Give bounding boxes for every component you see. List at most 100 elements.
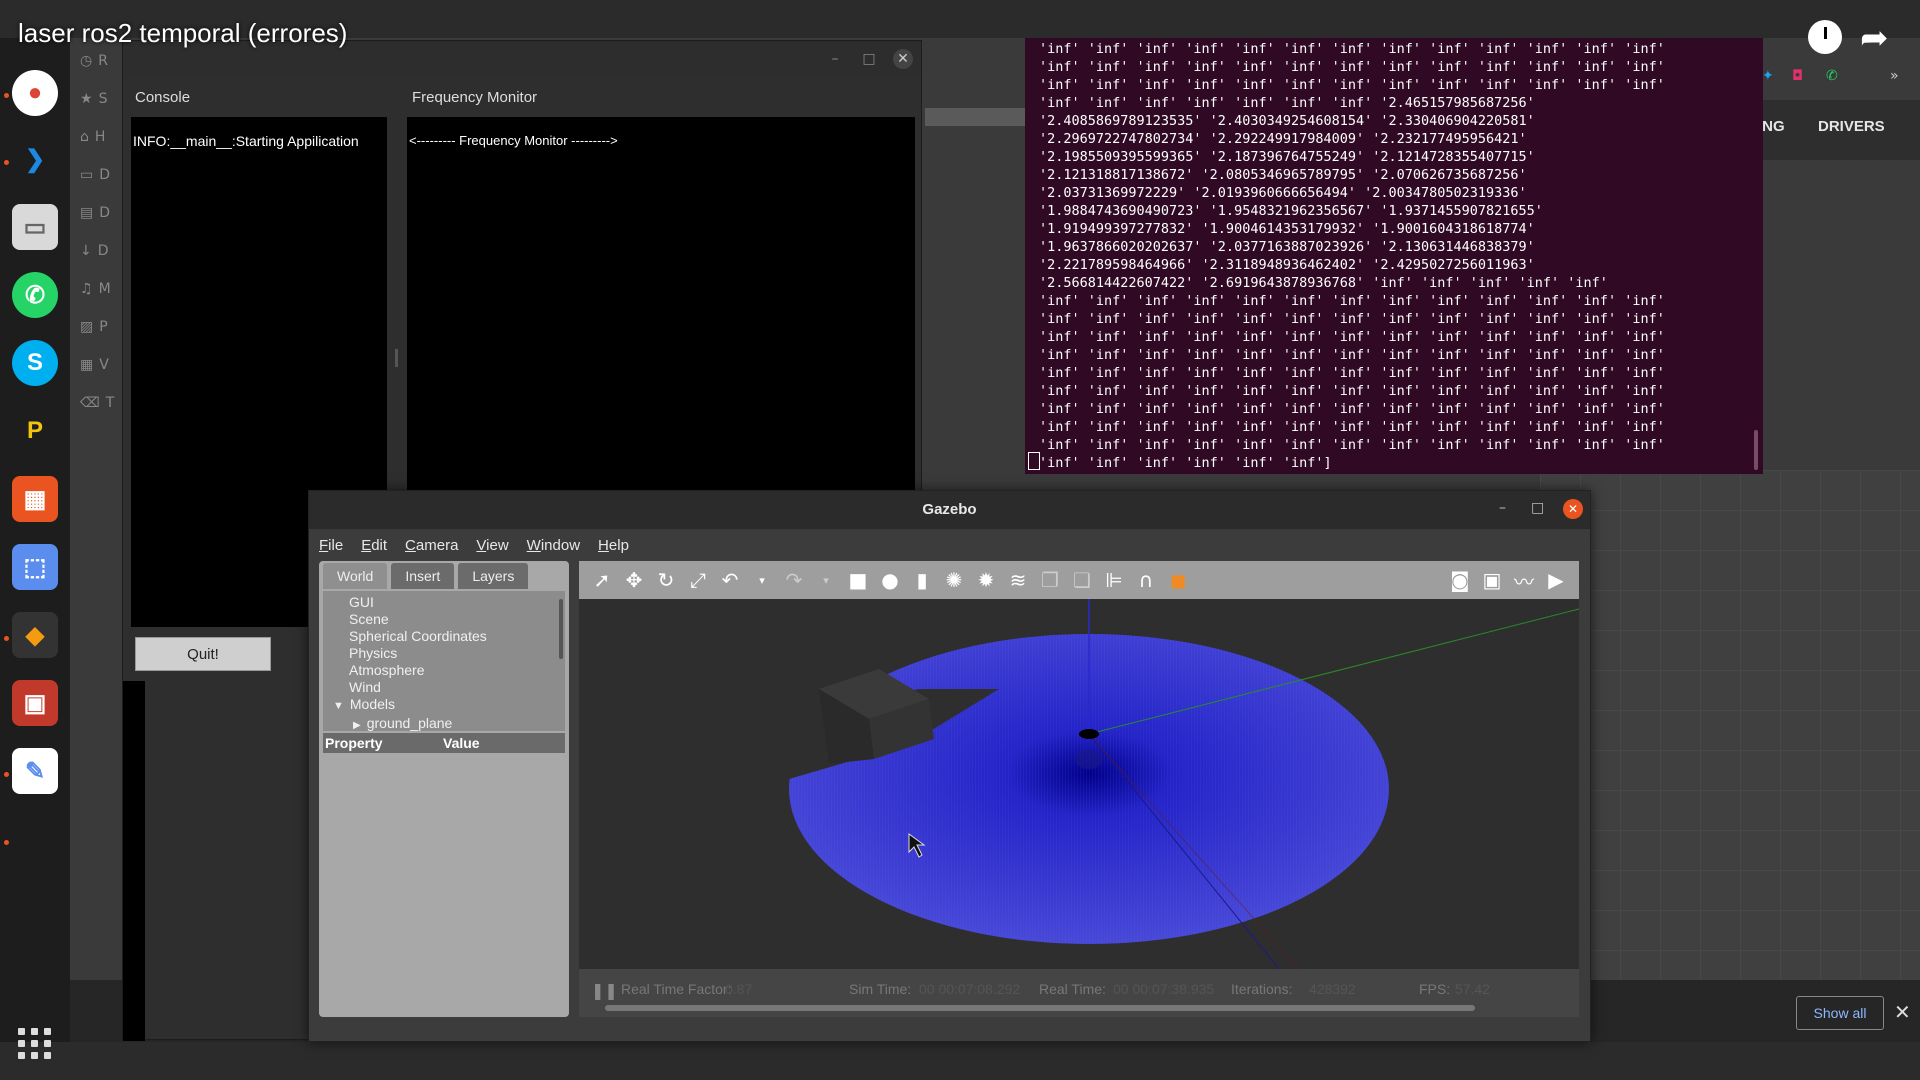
instagram-icon[interactable]: ◘ [1792,68,1803,84]
bg-menu-row[interactable]: ▦ V [80,346,122,384]
gazebo-left-panel: World Insert Layers GUI Scene Spherical … [319,561,569,1017]
tree-scrollbar[interactable] [559,599,563,659]
bg-menu-row[interactable]: ▤ D [80,194,122,232]
whatsapp-share-icon[interactable]: ✆ [1826,68,1838,84]
terminal-line: '2.4085869789123535' '2.4030349254608154… [1039,113,1535,129]
quit-button[interactable]: Quit! [135,637,271,671]
gazebo-scene[interactable] [579,599,1579,969]
cylinder-shape-icon[interactable]: ▮ [911,568,933,592]
menu-view[interactable]: View [476,537,508,554]
real-time-value: 00 00:07:38.935 [1113,981,1215,997]
twitter-icon[interactable]: ✦ [1762,68,1774,84]
pause-icon[interactable]: ❚❚ [591,981,618,1000]
box-shape-icon[interactable]: ■ [847,568,869,592]
directional-light-icon[interactable]: ≋ [1007,568,1029,592]
tab-insert[interactable]: Insert [391,563,455,589]
video-icon: ▦ [80,357,94,373]
tab-layers[interactable]: Layers [458,563,529,589]
gazebo-window: Gazebo – □ ✕ File Edit Camera View Windo… [308,490,1591,1042]
select-arrow-icon[interactable]: ➚ [591,568,613,592]
files-icon[interactable]: ▭ [12,204,58,250]
menu-edit[interactable]: Edit [361,537,387,554]
close-icon[interactable]: ✕ [1894,1000,1911,1024]
dock-active-indicator [4,772,9,777]
spot-light-icon[interactable]: ✹ [975,568,997,592]
bg-menu-row[interactable]: ⌂ H [80,118,122,156]
tree-item-ground-plane[interactable]: ▶ ground_plane [323,715,565,734]
translate-icon[interactable]: ✥ [623,568,645,592]
minimize-icon[interactable]: – [1499,500,1506,516]
redo-icon[interactable]: ↷ [783,568,805,592]
frequency-monitor-output[interactable]: <--------- Frequency Monitor ---------> [407,117,915,527]
tree-item-models[interactable]: ▼ Models [323,696,565,715]
tab-world[interactable]: World [323,563,388,589]
chevron-down-icon[interactable]: ▼ [333,700,344,712]
chrome-icon[interactable]: ● [12,70,58,116]
menu-camera[interactable]: Camera [405,537,458,554]
menu-file[interactable]: File [319,537,343,554]
skype-icon[interactable]: S [12,340,58,386]
gazebo-titlebar[interactable]: Gazebo – □ ✕ [309,491,1590,529]
sphere-shape-icon[interactable]: ● [879,568,901,592]
chevron-right-icon[interactable]: ▶ [353,720,361,731]
tree-item-atmosphere[interactable]: Atmosphere [323,662,565,679]
terminal-scrollbar[interactable] [1754,430,1758,470]
tree-item-wind[interactable]: Wind [323,679,565,696]
tree-item-physics[interactable]: Physics [323,645,565,662]
point-light-icon[interactable]: ✺ [943,568,965,592]
calendar-icon[interactable]: ▦ [12,476,58,522]
record-video-icon[interactable]: ▶ [1545,568,1567,592]
iterations-value: 428392 [1309,981,1356,997]
change-view-icon[interactable]: ◼ [1167,568,1189,592]
screenshot-icon[interactable]: ⬚ [12,544,58,590]
redo-dropdown-icon[interactable]: ▾ [815,574,837,587]
copy-icon[interactable]: ❐ [1039,568,1061,592]
share-icon[interactable]: ➦ [1860,18,1889,58]
maximize-icon[interactable]: □ [859,49,879,69]
viewport-scrollbar[interactable] [605,1005,1475,1011]
bg-menu-row[interactable]: ▨ P [80,308,122,346]
terminal-window[interactable]: 'inf' 'inf' 'inf' 'inf' 'inf' 'inf' 'inf… [1025,38,1763,474]
align-icon[interactable]: ⊫ [1103,568,1125,592]
close-icon[interactable]: ✕ [1563,499,1583,519]
undo-dropdown-icon[interactable]: ▾ [751,574,773,587]
watch-later-icon[interactable] [1808,20,1842,54]
nav-item-drivers[interactable]: DRIVERS [1818,118,1885,135]
tree-item-spherical-coordinates[interactable]: Spherical Coordinates [323,628,565,645]
pycharm-icon[interactable]: P [12,408,58,454]
plot-icon[interactable]: 〰 [1513,566,1535,595]
close-icon[interactable]: ✕ [893,49,913,69]
snap-icon[interactable]: ∩ [1135,568,1157,592]
more-chevron-icon[interactable]: » [1890,68,1899,84]
undo-icon[interactable]: ↶ [719,568,741,592]
terminal-line: '1.9884743690490723' '1.9548321962356567… [1039,203,1543,219]
rotate-icon[interactable]: ↻ [655,568,677,592]
show-apps-icon[interactable] [18,1028,52,1059]
bg-menu-row[interactable]: ↓ D [80,232,122,270]
maximize-icon[interactable]: □ [1531,500,1544,516]
menu-help[interactable]: Help [598,537,629,554]
tree-item-scene[interactable]: Scene [323,611,565,628]
splitter-handle[interactable] [395,349,398,367]
gazebo-icon[interactable]: ◆ [12,612,58,658]
whatsapp-icon[interactable]: ✆ [12,272,58,318]
frequency-monitor-label: Frequency Monitor [412,89,538,106]
bg-menu-row[interactable]: ★ S [80,80,122,118]
scale-icon[interactable]: ⤢ [687,568,709,592]
show-all-button[interactable]: Show all [1796,996,1884,1030]
terminal-line: '2.566814422607422' '2.6919643878936768'… [1039,275,1608,291]
minimize-icon[interactable]: – [825,49,845,69]
menu-window[interactable]: Window [527,537,580,554]
bg-menu-row[interactable]: ▭ D [80,156,122,194]
paste-icon[interactable]: ❏ [1071,568,1093,592]
screenshot-camera-icon[interactable]: ◙ [1449,568,1471,592]
text-editor-icon[interactable]: ✎ [12,748,58,794]
terminal-line: 'inf' 'inf' 'inf' 'inf' 'inf' 'inf' 'inf… [1039,77,1665,93]
monitor-icon[interactable]: ▣ [12,680,58,726]
bg-menu-row[interactable]: ♫ M [80,270,122,308]
vscode-icon[interactable]: ❯ [12,136,58,182]
gazebo-3d-viewport[interactable]: ➚ ✥ ↻ ⤢ ↶ ▾ ↷ ▾ ■ ● ▮ ✺ ✹ ≋ ❐ ❏ ⊫ ∩ ◼ ◙ [579,561,1579,1017]
tree-item-gui[interactable]: GUI [323,594,565,611]
bg-menu-row[interactable]: ⌫ T [80,384,122,422]
log-icon[interactable]: ▣ [1481,568,1503,592]
